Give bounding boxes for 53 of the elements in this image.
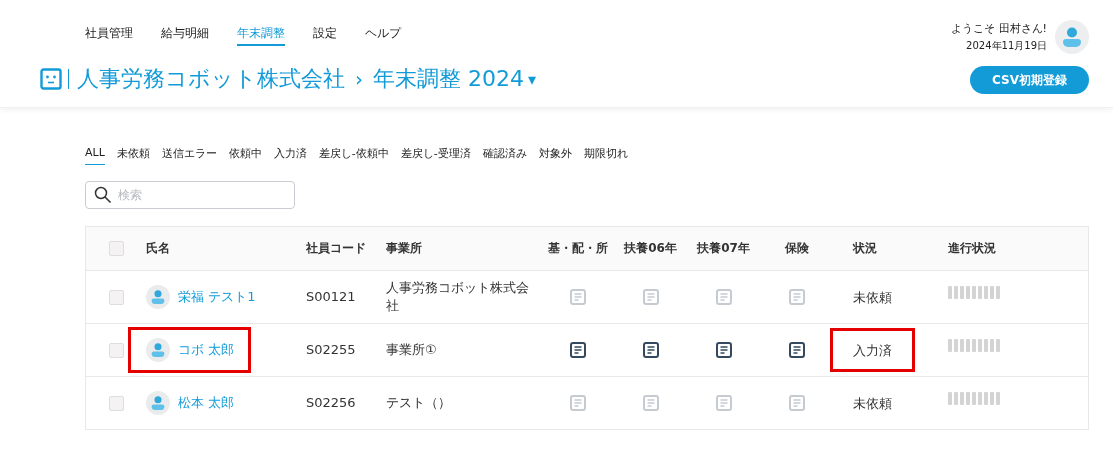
robot-logo-icon: [40, 68, 62, 90]
search-field[interactable]: 検索: [85, 181, 295, 209]
filter-tab[interactable]: 入力済: [273, 146, 307, 165]
welcome-text: ようこそ 田村さん!: [951, 21, 1047, 36]
filter-tab[interactable]: 差戻し-受理済: [400, 146, 471, 165]
employee-code: S02256: [306, 393, 356, 412]
progress-meter: [948, 338, 1000, 352]
column-header: 氏名: [146, 240, 170, 257]
filter-tab[interactable]: 差戻し-依頼中: [318, 146, 389, 165]
document-icon[interactable]: [569, 342, 586, 358]
column-header: 基・配・所: [547, 240, 608, 257]
status-text: 未依頼: [853, 289, 892, 305]
progress-meter: [948, 285, 1000, 299]
office-name: 事業所①: [386, 340, 437, 359]
column-header: 状況: [853, 240, 877, 257]
user-avatar-icon[interactable]: [1055, 20, 1089, 54]
select-all-checkbox[interactable]: [108, 241, 124, 256]
filter-tab[interactable]: ALL: [85, 146, 105, 165]
status-text: 入力済: [853, 342, 892, 358]
nav-tab[interactable]: 社員管理: [85, 25, 133, 46]
filter-tab[interactable]: 期限切れ: [583, 146, 628, 165]
document-icon[interactable]: [642, 342, 659, 358]
avatar-icon: [146, 338, 170, 362]
column-header: 保険: [784, 240, 809, 257]
row-checkbox[interactable]: [108, 395, 124, 411]
filter-tab[interactable]: 対象外: [538, 146, 572, 165]
search-icon: [94, 186, 112, 204]
nav-tab[interactable]: 設定: [313, 25, 337, 46]
row-checkbox[interactable]: [108, 289, 124, 305]
nav-tab[interactable]: 給与明細: [161, 25, 209, 46]
employee-code: S00121: [306, 287, 356, 306]
filter-tab[interactable]: 確認済み: [482, 146, 527, 165]
document-icon[interactable]: [788, 342, 805, 358]
breadcrumb-separator: ›: [355, 67, 363, 91]
filter-tab[interactable]: 未依頼: [116, 146, 150, 165]
avatar-icon: [146, 391, 170, 415]
column-header: 進行状況: [948, 240, 996, 257]
column-header: 社員コード: [306, 240, 366, 257]
filter-tab[interactable]: 送信エラー: [161, 146, 217, 165]
office-name: テスト（）: [386, 393, 451, 412]
row-checkbox[interactable]: [108, 342, 124, 358]
column-header: 事業所: [386, 240, 422, 257]
column-header: 扶養07年: [697, 240, 750, 257]
status-text: 未依頼: [853, 395, 892, 411]
nav-tab[interactable]: ヘルプ: [365, 25, 401, 46]
column-header: 扶養06年: [624, 240, 677, 257]
document-icon[interactable]: [715, 342, 732, 358]
filter-tab[interactable]: 依頼中: [228, 146, 262, 165]
progress-meter: [948, 391, 1000, 405]
employee-code: S02255: [306, 340, 356, 359]
avatar-icon: [146, 285, 170, 309]
date-text: 2024年11月19日: [966, 39, 1047, 53]
office-name: 人事労務コボット株式会社: [386, 278, 530, 315]
